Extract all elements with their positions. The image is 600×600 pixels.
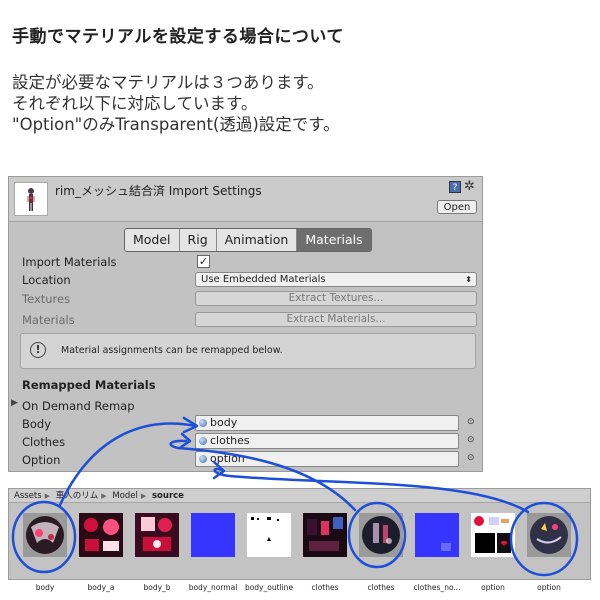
material-icon [199, 437, 207, 445]
asset-body-normal-texture[interactable]: body_normal [189, 513, 237, 592]
object-picker-icon[interactable]: ⊙ [467, 453, 475, 463]
remapped-materials-title: Remapped Materials [22, 378, 156, 392]
asset-body-outline-texture[interactable]: body_outline [245, 513, 293, 592]
object-picker-icon[interactable]: ⊙ [467, 417, 475, 427]
on-demand-remap-label[interactable]: On Demand Remap [22, 399, 135, 413]
tab-rig[interactable]: Rig [179, 229, 217, 251]
slot-label-body: Body [22, 417, 52, 431]
instruction-paragraph: 設定が必要なマテリアルは３つあります。 それぞれ以下に対応しています。 "Opt… [12, 72, 340, 135]
info-notice: ! Material assignments can be remapped b… [20, 333, 476, 369]
asset-label: body_b [143, 583, 171, 592]
material-icon [199, 419, 207, 427]
breadcrumb-source[interactable]: source [152, 491, 184, 501]
import-settings-panel: rim_メッシュ結合済 Import Settings ? ✲ Open Mod… [8, 176, 483, 472]
texture-thumbnail [79, 513, 123, 557]
texture-thumbnail [247, 513, 291, 557]
project-browser: Assets ▶ 車人のリム ▶ Model ▶ source body body_a [8, 488, 591, 592]
settings-tabs: Model Rig Animation Materials [124, 228, 372, 252]
asset-label: option [481, 583, 505, 592]
asset-label: body_a [87, 583, 115, 592]
body-material-value: body [210, 416, 238, 429]
asset-clothes-normal-texture[interactable]: clothes_no... [413, 513, 461, 592]
asset-label: body_normal [188, 583, 238, 592]
tab-model[interactable]: Model [125, 229, 180, 251]
asset-body-a-texture[interactable]: body_a [79, 513, 123, 592]
asset-clothes-material[interactable]: clothes [359, 513, 403, 592]
materials-label: Materials [22, 313, 75, 327]
foldout-arrow-icon[interactable]: ▶ [11, 398, 18, 408]
texture-thumbnail [303, 513, 347, 557]
info-icon: ! [30, 342, 46, 358]
import-materials-label: Import Materials [22, 255, 117, 269]
slot-label-option: Option [22, 453, 61, 467]
page-heading: 手動でマテリアルを設定する場合について [12, 27, 344, 47]
instruction-line-2: それぞれ以下に対応しています。 [12, 94, 258, 113]
texture-thumbnail [135, 513, 179, 557]
tab-animation[interactable]: Animation [216, 229, 298, 251]
help-icon[interactable]: ? [449, 181, 461, 193]
asset-label: body_outline [244, 583, 294, 592]
location-dropdown[interactable]: Use Embedded Materials ⬍ [195, 272, 477, 287]
material-icon [199, 455, 207, 463]
asset-body-material[interactable]: body [23, 513, 67, 592]
texture-thumbnail [415, 513, 459, 557]
option-material-value: option [210, 452, 245, 465]
object-picker-icon[interactable]: ⊙ [467, 435, 475, 445]
gear-icon[interactable]: ✲ [464, 179, 475, 194]
asset-option-texture[interactable]: option [471, 513, 515, 592]
material-sphere-icon [359, 513, 403, 557]
clothes-material-field[interactable]: clothes [195, 433, 459, 449]
asset-label: option [537, 583, 561, 592]
clothes-material-value: clothes [210, 434, 250, 447]
asset-body-b-texture[interactable]: body_b [135, 513, 179, 592]
open-button[interactable]: Open [437, 200, 477, 214]
breadcrumb-folder[interactable]: 車人のリム [56, 491, 99, 501]
inspector-header: rim_メッシュ結合済 Import Settings ? ✲ Open [9, 177, 482, 222]
body-material-field[interactable]: body [195, 415, 459, 431]
slot-label-clothes: Clothes [22, 435, 66, 449]
texture-thumbnail [471, 513, 515, 557]
location-label: Location [22, 273, 71, 287]
chevron-right-icon: ▶ [101, 492, 107, 500]
breadcrumb-assets[interactable]: Assets [14, 491, 42, 501]
asset-label: clothes_no... [413, 583, 461, 592]
asset-label: body [35, 583, 55, 592]
instruction-line-1: 設定が必要なマテリアルは３つあります。 [12, 73, 324, 92]
chevron-right-icon: ▶ [140, 492, 147, 500]
dropdown-arrow-icon: ⬍ [465, 275, 472, 284]
location-value: Use Embedded Materials [201, 274, 326, 285]
asset-label: clothes [311, 583, 339, 592]
texture-thumbnail [191, 513, 235, 557]
panel-title: rim_メッシュ結合済 Import Settings [55, 184, 262, 198]
material-sphere-icon [527, 513, 571, 557]
option-material-field[interactable]: option [195, 451, 459, 467]
breadcrumb: Assets ▶ 車人のリム ▶ Model ▶ source [9, 489, 590, 503]
instruction-line-3: "Option"のみTransparent(透過)設定です。 [12, 115, 340, 134]
chevron-right-icon: ▶ [44, 492, 51, 500]
import-materials-checkbox[interactable]: ✓ [197, 255, 210, 268]
textures-label: Textures [22, 292, 71, 306]
notice-text: Material assignments can be remapped bel… [61, 345, 283, 356]
asset-label: clothes [367, 583, 395, 592]
asset-option-material[interactable]: option [527, 513, 571, 592]
asset-clothes-texture[interactable]: clothes [303, 513, 347, 592]
material-sphere-icon [23, 513, 67, 557]
extract-textures-button[interactable]: Extract Textures... [195, 291, 477, 306]
tab-materials[interactable]: Materials [297, 229, 371, 251]
breadcrumb-model[interactable]: Model [112, 491, 138, 501]
model-thumbnail [14, 182, 48, 216]
extract-materials-button[interactable]: Extract Materials... [195, 312, 477, 327]
